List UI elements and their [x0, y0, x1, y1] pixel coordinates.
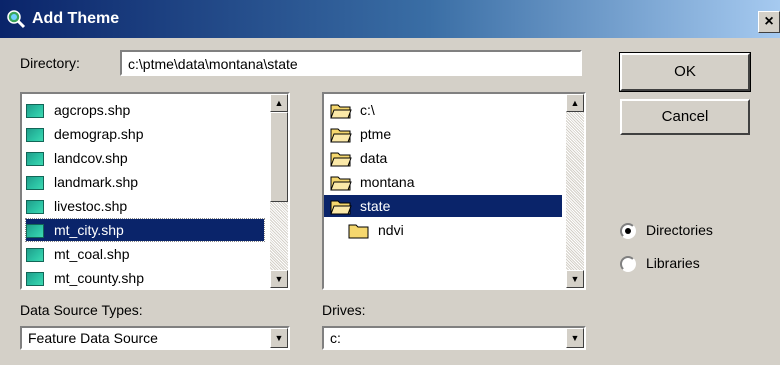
- file-list[interactable]: agcrops.shp demograp.shp landcov.shp lan…: [20, 92, 290, 290]
- file-item-mt-city[interactable]: mt_city.shp: [25, 218, 265, 242]
- data-source-value: Feature Data Source: [28, 330, 158, 346]
- shapefile-icon: [26, 128, 44, 143]
- dropdown-arrow-icon[interactable]: ▼: [270, 328, 288, 348]
- folder-item-data[interactable]: data: [330, 147, 562, 169]
- shapefile-icon: [26, 152, 44, 167]
- file-item-mt-coal[interactable]: mt_coal.shp: [26, 243, 264, 265]
- scroll-thumb[interactable]: [270, 112, 288, 202]
- shapefile-icon: [26, 272, 44, 287]
- radio-libraries-label: Libraries: [646, 255, 700, 271]
- folder-item-label: ndvi: [378, 222, 404, 238]
- folder-item-label: c:\: [360, 102, 375, 118]
- ok-button[interactable]: OK: [619, 52, 751, 92]
- scroll-up-arrow-icon[interactable]: ▲: [270, 94, 288, 112]
- open-folder-icon: [330, 152, 352, 167]
- folder-item-label: ptme: [360, 126, 392, 142]
- dropdown-arrow-icon[interactable]: ▼: [566, 328, 584, 348]
- open-folder-icon: [330, 176, 352, 191]
- folder-tree[interactable]: c:\ ptme data montana state ndvi ▲ ▼: [322, 92, 586, 290]
- shapefile-icon: [26, 176, 44, 191]
- shapefile-icon: [26, 224, 44, 239]
- radio-directories-label: Directories: [646, 222, 713, 238]
- radio-selected-icon[interactable]: [620, 223, 636, 240]
- scroll-down-arrow-icon[interactable]: ▼: [270, 270, 288, 288]
- folder-item-ndvi[interactable]: ndvi: [348, 219, 562, 241]
- folder-item-montana[interactable]: montana: [330, 171, 562, 193]
- shapefile-icon: [26, 248, 44, 263]
- radio-directories[interactable]: Directories: [620, 219, 713, 241]
- file-item-agcrops[interactable]: agcrops.shp: [26, 99, 264, 121]
- open-folder-icon: [330, 104, 352, 119]
- shapefile-icon: [26, 104, 44, 119]
- file-item-label: landcov.shp: [54, 150, 128, 166]
- file-item-demograp[interactable]: demograp.shp: [26, 123, 264, 145]
- file-item-label: mt_county.shp: [54, 270, 145, 286]
- drives-select[interactable]: c: ▼: [322, 326, 586, 350]
- file-item-label: mt_coal.shp: [54, 246, 130, 262]
- file-item-landcov[interactable]: landcov.shp: [26, 147, 264, 169]
- file-item-label: demograp.shp: [54, 126, 144, 142]
- scroll-up-arrow-icon[interactable]: ▲: [566, 94, 584, 112]
- globe-magnifier-icon: [7, 10, 26, 29]
- folder-item-label: data: [360, 150, 388, 166]
- file-item-label: mt_city.shp: [54, 222, 124, 238]
- data-source-label: Data Source Types:: [20, 302, 143, 318]
- folder-item-c-root[interactable]: c:\: [330, 99, 562, 121]
- drives-label: Drives:: [322, 302, 366, 318]
- folder-item-state[interactable]: state: [324, 195, 562, 217]
- folder-item-label: state: [360, 198, 391, 214]
- radio-unselected-icon[interactable]: [620, 256, 636, 273]
- file-item-label: landmark.shp: [54, 174, 139, 190]
- file-item-label: agcrops.shp: [54, 102, 131, 118]
- file-item-mt-county[interactable]: mt_county.shp: [26, 267, 264, 288]
- scroll-down-arrow-icon[interactable]: ▼: [566, 270, 584, 288]
- folder-item-label: montana: [360, 174, 415, 190]
- data-source-select[interactable]: Feature Data Source ▼: [20, 326, 290, 350]
- closed-folder-icon: [348, 224, 369, 239]
- directory-label: Directory:: [20, 55, 80, 71]
- directory-field[interactable]: c:\ptme\data\montana\state: [120, 50, 582, 76]
- close-button[interactable]: ×: [758, 11, 780, 33]
- folder-tree-scrollbar[interactable]: ▲ ▼: [566, 94, 584, 288]
- title-bar[interactable]: Add Theme ×: [0, 0, 780, 38]
- file-list-scrollbar[interactable]: ▲ ▼: [270, 94, 288, 288]
- window-title: Add Theme: [32, 10, 120, 27]
- file-item-label: livestoc.shp: [54, 198, 128, 214]
- file-item-livestoc[interactable]: livestoc.shp: [26, 195, 264, 217]
- cancel-button[interactable]: Cancel: [620, 99, 750, 135]
- shapefile-icon: [26, 200, 44, 215]
- radio-libraries[interactable]: Libraries: [620, 252, 700, 274]
- open-folder-icon: [330, 200, 352, 215]
- open-folder-icon: [330, 128, 352, 143]
- drives-value: c:: [330, 330, 341, 346]
- folder-item-ptme[interactable]: ptme: [330, 123, 562, 145]
- file-item-landmark[interactable]: landmark.shp: [26, 171, 264, 193]
